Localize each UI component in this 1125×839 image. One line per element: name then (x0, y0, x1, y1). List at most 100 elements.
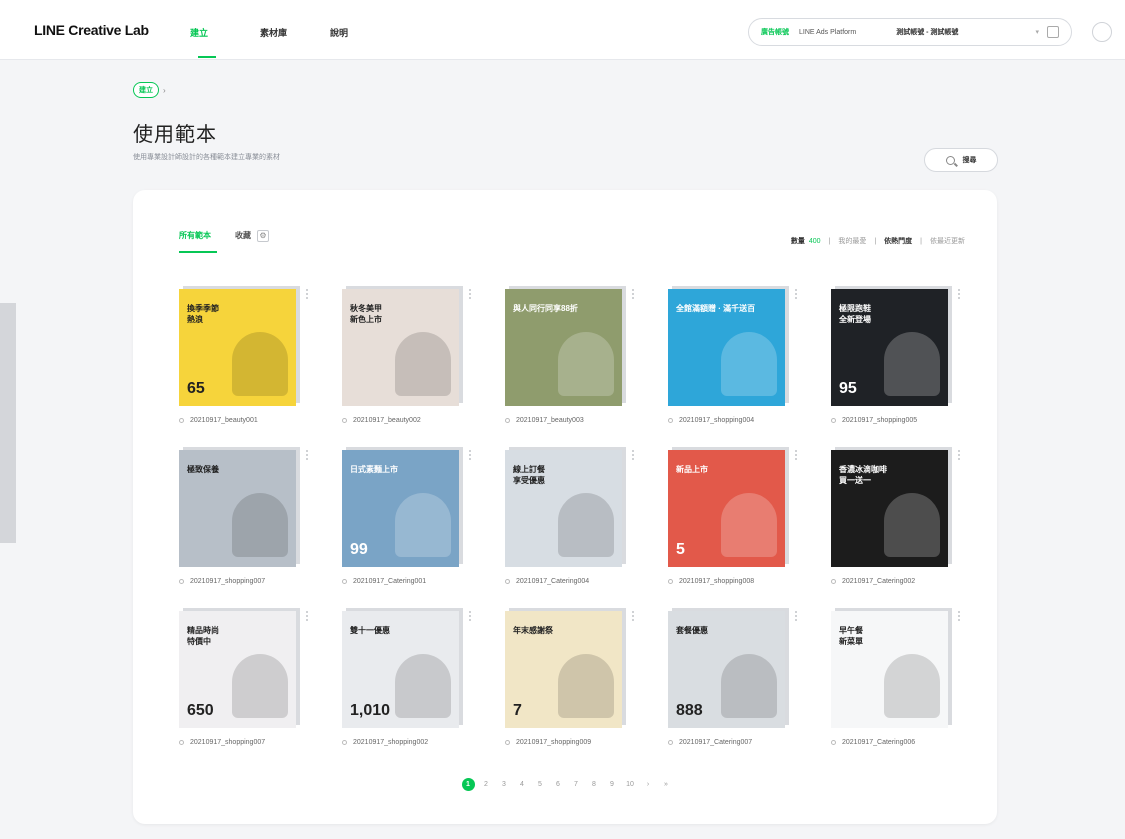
template-thumbnail[interactable]: 換季季節 熱浪 65 (179, 289, 296, 406)
template-headline: 新品上市 (676, 465, 708, 474)
user-avatar[interactable] (1092, 22, 1112, 42)
more-options-icon[interactable] (306, 611, 309, 621)
page-link[interactable]: 10 (621, 781, 639, 788)
tag-icon (668, 739, 673, 745)
page-link[interactable]: 7 (567, 781, 585, 788)
more-options-icon[interactable] (958, 450, 961, 460)
page-link[interactable]: › (639, 781, 657, 788)
template-name-text: 20210917_shopping007 (190, 739, 266, 746)
page-link[interactable]: 8 (585, 781, 603, 788)
nav-create[interactable]: 建立 (190, 0, 260, 60)
template-tile[interactable]: 套餐優惠 888 20210917_Catering007 (668, 608, 798, 761)
template-price: 95 (839, 380, 857, 397)
more-options-icon[interactable] (306, 289, 309, 299)
more-options-icon[interactable] (795, 611, 798, 621)
template-name: 20210917_shopping002 (342, 739, 428, 746)
tag-icon (505, 739, 510, 745)
template-name-text: 20210917_beauty003 (516, 417, 584, 424)
edit-icon[interactable] (1047, 26, 1059, 38)
more-options-icon[interactable] (632, 611, 635, 621)
more-options-icon[interactable] (469, 450, 472, 460)
more-options-icon[interactable] (306, 450, 309, 460)
template-name: 20210917_shopping005 (831, 417, 917, 424)
template-tile[interactable]: 極限跑鞋 全新登場 95 20210917_shopping005 (831, 286, 961, 439)
template-thumbnail[interactable]: 極限跑鞋 全新登場 95 (831, 289, 948, 406)
sort-separator: | (828, 237, 831, 245)
template-thumbnail[interactable]: 極致保養 (179, 450, 296, 567)
sort-newest[interactable]: 依最近更新 (930, 236, 965, 246)
template-tile[interactable]: 日式素麵上市 99 20210917_Catering001 (342, 447, 472, 600)
template-thumbnail[interactable]: 套餐優惠 888 (668, 611, 785, 728)
sort-popular[interactable]: 依熱門度 (884, 236, 912, 246)
template-tabs: 所有範本 收藏 ⚙ (179, 229, 269, 253)
nav-library[interactable]: 素材庫 (260, 0, 330, 60)
template-tile[interactable]: 與人同行同享88折 20210917_beauty003 (505, 286, 635, 439)
page-link[interactable]: 1 (459, 778, 477, 791)
template-name: 20210917_shopping009 (505, 739, 591, 746)
gear-icon[interactable]: ⚙ (257, 229, 269, 242)
template-thumbnail[interactable]: 雙十一優惠 1,010 (342, 611, 459, 728)
more-options-icon[interactable] (795, 450, 798, 460)
more-options-icon[interactable] (632, 450, 635, 460)
more-options-icon[interactable] (632, 289, 635, 299)
tab-all-templates[interactable]: 所有範本 (179, 230, 217, 253)
page-number: » (664, 781, 668, 788)
template-tile[interactable]: 香濃冰滴咖啡 買一送一 20210917_Catering002 (831, 447, 961, 600)
template-thumbnail[interactable]: 香濃冰滴咖啡 買一送一 (831, 450, 948, 567)
template-thumbnail[interactable]: 新品上市 5 (668, 450, 785, 567)
page-link[interactable]: 4 (513, 781, 531, 788)
template-tile[interactable]: 全館滿額贈 · 滿千送百 20210917_shopping004 (668, 286, 798, 439)
template-thumbnail[interactable]: 與人同行同享88折 (505, 289, 622, 406)
sort-my-favorites[interactable]: 我的最愛 (838, 236, 866, 246)
template-tile[interactable]: 新品上市 5 20210917_shopping008 (668, 447, 798, 600)
template-thumbnail[interactable]: 早午餐 新菜單 (831, 611, 948, 728)
template-name: 20210917_Catering007 (668, 739, 752, 746)
nav-help[interactable]: 說明 (330, 0, 400, 60)
page-link[interactable]: 2 (477, 781, 495, 788)
chevron-down-icon[interactable]: ▾ (1035, 28, 1039, 36)
template-tile[interactable]: 換季季節 熱浪 65 20210917_beauty001 (179, 286, 309, 439)
tag-icon (668, 578, 673, 584)
tag-icon (179, 578, 184, 584)
side-panel-handle[interactable] (0, 303, 16, 543)
account-selector[interactable]: 廣告帳號 LINE Ads Platform 測試帳號 - 測試帳號 ▾ (748, 18, 1072, 46)
more-options-icon[interactable] (469, 289, 472, 299)
template-tile[interactable]: 線上訂餐 享受優惠 20210917_Catering004 (505, 447, 635, 600)
template-tile[interactable]: 精品時尚 特價中 650 20210917_shopping007 (179, 608, 309, 761)
template-tile[interactable]: 極致保養 20210917_shopping007 (179, 447, 309, 600)
app-logo[interactable]: LINE Creative Lab (34, 22, 149, 38)
template-thumbnail[interactable]: 年末感謝祭 7 (505, 611, 622, 728)
page-number: 7 (574, 781, 578, 788)
template-tile[interactable]: 早午餐 新菜單 20210917_Catering006 (831, 608, 961, 761)
template-thumbnail[interactable]: 全館滿額贈 · 滿千送百 (668, 289, 785, 406)
template-thumbnail[interactable]: 日式素麵上市 99 (342, 450, 459, 567)
template-price: 1,010 (350, 702, 391, 719)
more-options-icon[interactable] (958, 611, 961, 621)
count-label: 數量 (790, 238, 805, 245)
search-icon (945, 155, 955, 165)
search-button[interactable]: 搜尋 (924, 148, 998, 172)
template-thumbnail[interactable]: 精品時尚 特價中 650 (179, 611, 296, 728)
page-link[interactable]: 3 (495, 781, 513, 788)
template-price: 7 (513, 702, 522, 719)
more-options-icon[interactable] (469, 611, 472, 621)
page-link[interactable]: 6 (549, 781, 567, 788)
template-thumbnail[interactable]: 秋冬美甲 新色上市 (342, 289, 459, 406)
more-options-icon[interactable] (795, 289, 798, 299)
template-name-text: 20210917_Catering002 (842, 578, 916, 585)
template-name-text: 20210917_beauty002 (353, 417, 421, 424)
template-tile[interactable]: 秋冬美甲 新色上市 20210917_beauty002 (342, 286, 472, 439)
more-options-icon[interactable] (958, 289, 961, 299)
template-card: 所有範本 收藏 ⚙ 數量 400 | 我的最愛 | 依熱門度 | 依最近更新 換… (133, 190, 997, 824)
template-thumbnail[interactable]: 線上訂餐 享受優惠 (505, 450, 622, 567)
template-tile[interactable]: 雙十一優惠 1,010 20210917_shopping002 (342, 608, 472, 761)
template-tile[interactable]: 年末感謝祭 7 20210917_shopping009 (505, 608, 635, 761)
page-link[interactable]: 9 (603, 781, 621, 788)
page-link[interactable]: » (657, 781, 675, 788)
page-link[interactable]: 5 (531, 781, 549, 788)
page-title: 使用範本 (133, 124, 217, 146)
tab-favorites[interactable]: 收藏 (235, 230, 251, 253)
breadcrumb-create[interactable]: 建立 (133, 82, 159, 98)
main-nav: 建立 素材庫 說明 (190, 0, 400, 60)
tag-icon (342, 739, 347, 745)
